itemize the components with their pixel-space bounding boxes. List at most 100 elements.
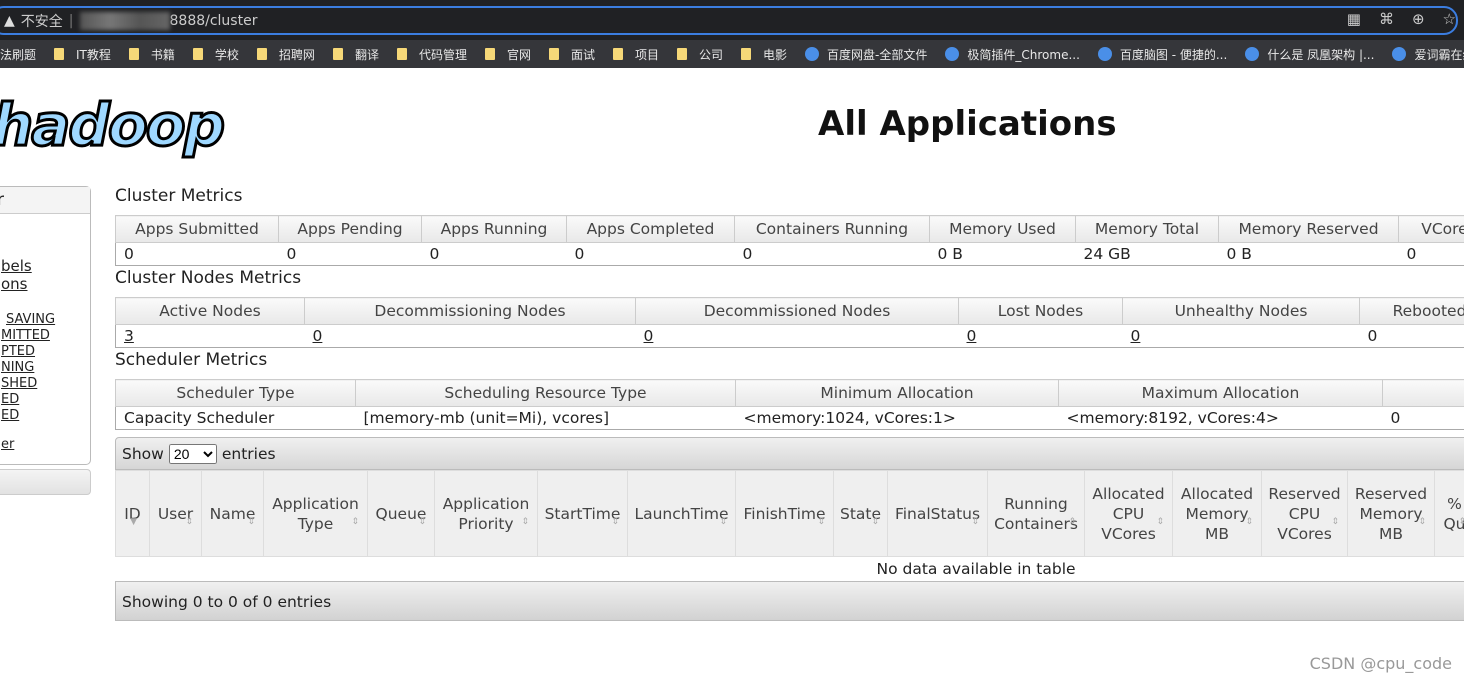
- node-count-link[interactable]: 3: [124, 327, 134, 345]
- sort-desc-icon[interactable]: ▼: [130, 512, 137, 532]
- hadoop-logo[interactable]: hadoop: [0, 94, 227, 157]
- column-header[interactable]: Minimum Allocation: [735, 379, 1059, 407]
- node-count-link[interactable]: 0: [313, 327, 323, 345]
- column-header[interactable]: Apps Submitted: [115, 215, 279, 243]
- sort-both-icon[interactable]: ⇕: [1068, 512, 1076, 532]
- column-header[interactable]: [1382, 379, 1464, 407]
- cluster-metrics-table: Apps Submitted Apps Pending Apps Running Ap…: [115, 215, 1464, 266]
- column-header[interactable]: VCores: [1398, 215, 1464, 243]
- column-header[interactable]: Queue ⇕: [367, 470, 435, 557]
- sort-both-icon[interactable]: ⇕: [247, 512, 255, 532]
- sidebar-header[interactable]: r: [0, 187, 90, 214]
- sort-both-icon[interactable]: ⇕: [1458, 512, 1464, 532]
- sidebar-link[interactable]: ons: [1, 275, 91, 293]
- sidebar-link[interactable]: SHED: [1, 376, 91, 391]
- page-size-select[interactable]: 20: [168, 443, 217, 464]
- sidebar-link[interactable]: er: [1, 437, 91, 452]
- bookmark-label: 法刷题: [0, 47, 37, 62]
- sidebar-link[interactable]: PTED: [1, 344, 91, 359]
- sidebar-link[interactable]: MITTED: [1, 328, 91, 343]
- node-count-link[interactable]: 0: [1131, 327, 1141, 345]
- sort-both-icon[interactable]: ⇕: [521, 512, 529, 532]
- sort-both-icon[interactable]: ⇕: [611, 512, 619, 532]
- column-header[interactable]: StartTime ⇕: [537, 470, 628, 557]
- sort-both-icon[interactable]: ⇕: [971, 512, 979, 532]
- sidebar-link[interactable]: ED: [1, 408, 91, 423]
- sidebar-tools-header[interactable]: [0, 469, 91, 495]
- column-header[interactable]: FinishTime ⇕: [735, 470, 834, 557]
- column-header[interactable]: Apps Running: [421, 215, 567, 243]
- column-header[interactable]: Reserved CPU VCores ⇕: [1261, 470, 1348, 557]
- qr-icon[interactable]: ▦: [1347, 10, 1361, 28]
- sort-both-icon[interactable]: ⇕: [351, 512, 359, 532]
- column-header[interactable]: Reserved Memory MB ⇕: [1347, 470, 1435, 557]
- column-header[interactable]: Scheduler Type: [115, 379, 356, 407]
- sort-both-icon[interactable]: ⇕: [1245, 512, 1253, 532]
- sidebar-link[interactable]: ED: [1, 392, 91, 407]
- column-header[interactable]: % Qu⇕: [1434, 470, 1464, 557]
- column-header[interactable]: Containers Running: [734, 215, 930, 243]
- column-header[interactable]: Active Nodes: [115, 297, 305, 325]
- column-header[interactable]: LaunchTime ⇕: [627, 470, 736, 557]
- bookmarks-bar: 法刷题 IT教程 书籍 学校 招聘网 翻译 代码管理 官网 面试 项目 公司 电影 百度网盘-全部文件 极…: [0, 40, 1464, 68]
- sort-both-icon[interactable]: ⇕: [719, 512, 727, 532]
- sort-both-icon[interactable]: ⇕: [817, 512, 825, 532]
- bookmark-item[interactable]: 项目: [613, 46, 659, 63]
- column-header[interactable]: Rebooted: [1359, 297, 1464, 325]
- column-header[interactable]: Application Type ⇕: [263, 470, 368, 557]
- column-header[interactable]: Unhealthy Nodes: [1122, 297, 1360, 325]
- column-header[interactable]: Name ⇕: [201, 470, 264, 557]
- bookmark-item[interactable]: 面试: [548, 46, 595, 63]
- sidebar-link[interactable]: bels: [1, 257, 91, 275]
- column-header[interactable]: Scheduling Resource Type: [355, 379, 736, 407]
- column-header[interactable]: Memory Reserved: [1218, 215, 1399, 243]
- column-header[interactable]: Memory Total: [1075, 215, 1219, 243]
- sidebar-link[interactable]: NING: [1, 360, 91, 375]
- translate-icon[interactable]: ⌘: [1379, 10, 1394, 28]
- column-header[interactable]: Apps Pending: [278, 215, 422, 243]
- column-header[interactable]: Maximum Allocation: [1058, 379, 1383, 407]
- column-header[interactable]: FinalStatus ⇕: [887, 470, 988, 557]
- node-count-link[interactable]: 0: [967, 327, 977, 345]
- sort-both-icon[interactable]: ⇕: [871, 512, 879, 532]
- column-header[interactable]: Allocated Memory MB ⇕: [1172, 470, 1262, 557]
- node-count-link: 0: [1367, 327, 1378, 345]
- node-count-link[interactable]: 0: [644, 327, 654, 345]
- bookmark-item[interactable]: 法刷题: [0, 46, 36, 63]
- bookmark-item[interactable]: 招聘网: [256, 46, 315, 63]
- bookmark-item[interactable]: 公司: [677, 46, 723, 63]
- bookmark-item[interactable]: 书籍: [128, 46, 175, 63]
- bookmark-item[interactable]: 极简插件_Chrome...: [945, 46, 1080, 63]
- bookmark-item[interactable]: 百度网盘-全部文件: [805, 46, 927, 63]
- star-icon[interactable]: ☆: [1443, 10, 1456, 28]
- address-bar[interactable]: ▲ 不安全 | 8888/cluster: [0, 6, 1458, 35]
- bookmark-item[interactable]: IT教程: [54, 46, 111, 63]
- column-header[interactable]: Running Containers ⇕: [987, 470, 1085, 557]
- sort-both-icon[interactable]: ⇕: [418, 512, 426, 532]
- bookmark-item[interactable]: 官网: [484, 46, 531, 63]
- sort-both-icon[interactable]: ⇕: [185, 512, 193, 532]
- bookmark-item[interactable]: 百度脑图 - 便捷的...: [1097, 46, 1227, 63]
- column-header[interactable]: Lost Nodes: [958, 297, 1123, 325]
- bookmark-item[interactable]: 翻译: [332, 46, 379, 63]
- sidebar-link[interactable]: SAVING: [6, 312, 96, 327]
- sort-both-icon[interactable]: ⇕: [1156, 512, 1164, 532]
- bookmark-item[interactable]: 学校: [192, 46, 239, 63]
- bookmark-item[interactable]: 什么是 凤凰架构 |...: [1245, 46, 1374, 63]
- column-header[interactable]: User ⇕: [149, 470, 202, 557]
- column-header[interactable]: Application Priority ⇕: [434, 470, 538, 557]
- column-header[interactable]: Apps Completed: [566, 215, 735, 243]
- zoom-icon[interactable]: ⊕: [1412, 10, 1425, 28]
- column-header[interactable]: State ⇕: [833, 470, 888, 557]
- column-header[interactable]: Allocated CPU VCores ⇕: [1084, 470, 1173, 557]
- column-header[interactable]: Decommissioned Nodes: [635, 297, 959, 325]
- bookmark-item[interactable]: 代码管理: [396, 46, 467, 63]
- column-header[interactable]: ID ▼: [115, 470, 150, 557]
- sort-both-icon[interactable]: ⇕: [1331, 512, 1339, 532]
- column-header[interactable]: Decommissioning Nodes: [304, 297, 636, 325]
- bookmark-label: 项目: [635, 47, 660, 62]
- bookmark-item[interactable]: 电影: [741, 46, 787, 63]
- column-header[interactable]: Memory Used: [929, 215, 1076, 243]
- bookmark-item[interactable]: 爱词霸在线: [1392, 46, 1464, 63]
- sort-both-icon[interactable]: ⇕: [1418, 512, 1426, 532]
